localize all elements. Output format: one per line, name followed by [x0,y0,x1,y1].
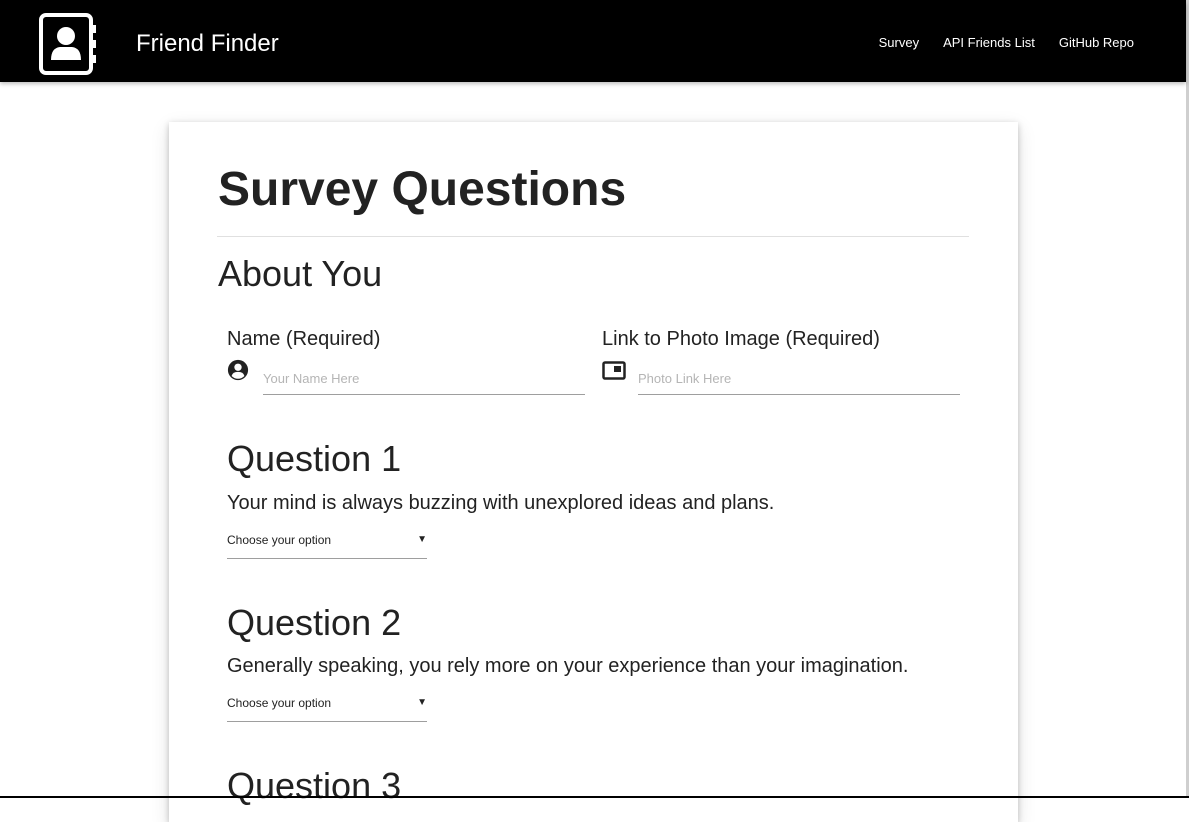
contact-book-icon[interactable] [38,12,98,76]
photo-link-field-label: Link to Photo Image (Required) [602,328,880,350]
page-title: Survey Questions [218,163,627,216]
question-3-title: Question 3 [227,765,402,806]
question-2-title: Question 2 [227,602,402,643]
question-2-select-value: Choose your option [227,696,332,710]
nav-link-survey[interactable]: Survey [879,34,919,52]
question-1-text: Your mind is always buzzing with unexplo… [227,492,775,514]
photo-link-field: Link to Photo Image (Required) [602,327,962,397]
question-2-text: Generally speaking, you rely more on you… [227,655,909,677]
nav-link-github-repo[interactable]: GitHub Repo [1059,34,1134,52]
photo-link-input[interactable] [638,369,960,395]
navbar: Friend Finder Survey API Friends List Gi… [0,2,1186,82]
about-you-heading: About You [218,253,383,294]
name-field-label: Name (Required) [227,328,381,350]
brand-title[interactable]: Friend Finder [136,30,279,58]
name-input[interactable] [263,369,585,395]
picture-in-picture-icon [602,361,626,380]
question-2-select[interactable]: Choose your option ▼ [227,693,427,722]
question-1-title: Question 1 [227,438,402,479]
survey-card: Survey Questions About You Name (Require… [169,122,1018,822]
nav-links: Survey API Friends List GitHub Repo [855,34,1134,52]
account-circle-icon [227,359,249,381]
caret-down-icon: ▼ [417,534,427,545]
caret-down-icon: ▼ [417,697,427,708]
question-1-select-value: Choose your option [227,533,332,547]
nav-link-api-friends-list[interactable]: API Friends List [943,34,1035,52]
title-divider [217,236,969,237]
name-field: Name (Required) [227,327,587,397]
question-1-select[interactable]: Choose your option ▼ [227,530,427,559]
